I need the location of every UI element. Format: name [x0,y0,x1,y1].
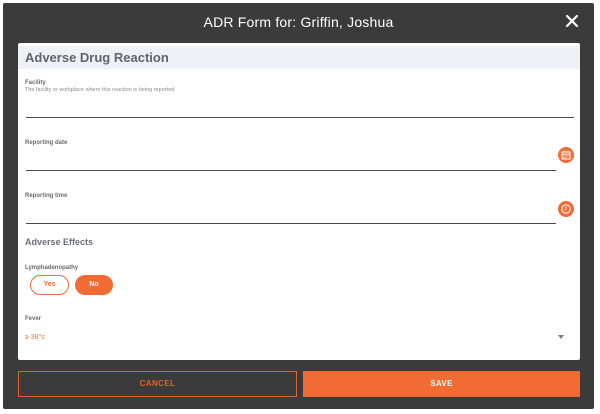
modal-header: ADR Form for: Griffin, Joshua [3,3,594,41]
lymphadenopathy-yes-button[interactable]: Yes [30,275,69,295]
form-content: Adverse Drug Reaction Facility The facil… [18,43,580,360]
lymphadenopathy-no-button[interactable]: No [75,275,113,295]
modal-title: ADR Form for: Griffin, Joshua [203,14,394,30]
reporting-time-label: Reporting time [25,193,68,199]
adr-form-modal: ADR Form for: Griffin, Joshua Adverse Dr… [3,3,594,409]
reporting-date-label: Reporting date [25,140,68,146]
adverse-effects-title: Adverse Effects [25,237,94,247]
calendar-icon[interactable] [558,147,574,163]
facility-hint: The facility or workplace where this rea… [25,87,176,93]
facility-label: Facility [25,80,46,86]
fever-select[interactable]: ≥ 38°c [25,334,45,341]
save-button[interactable]: SAVE [303,371,580,397]
chevron-down-icon[interactable] [558,335,564,339]
section-header: Adverse Drug Reaction [18,46,580,69]
reporting-date-input[interactable] [26,170,556,171]
cancel-button[interactable]: CANCEL [18,371,297,397]
section-title: Adverse Drug Reaction [25,50,169,65]
reporting-time-input[interactable] [26,223,556,224]
facility-input[interactable] [26,117,574,118]
lymphadenopathy-label: Lymphadenopathy [25,265,79,271]
fever-label: Fever [25,316,42,322]
clock-icon[interactable] [558,201,574,217]
close-icon[interactable] [564,13,580,29]
